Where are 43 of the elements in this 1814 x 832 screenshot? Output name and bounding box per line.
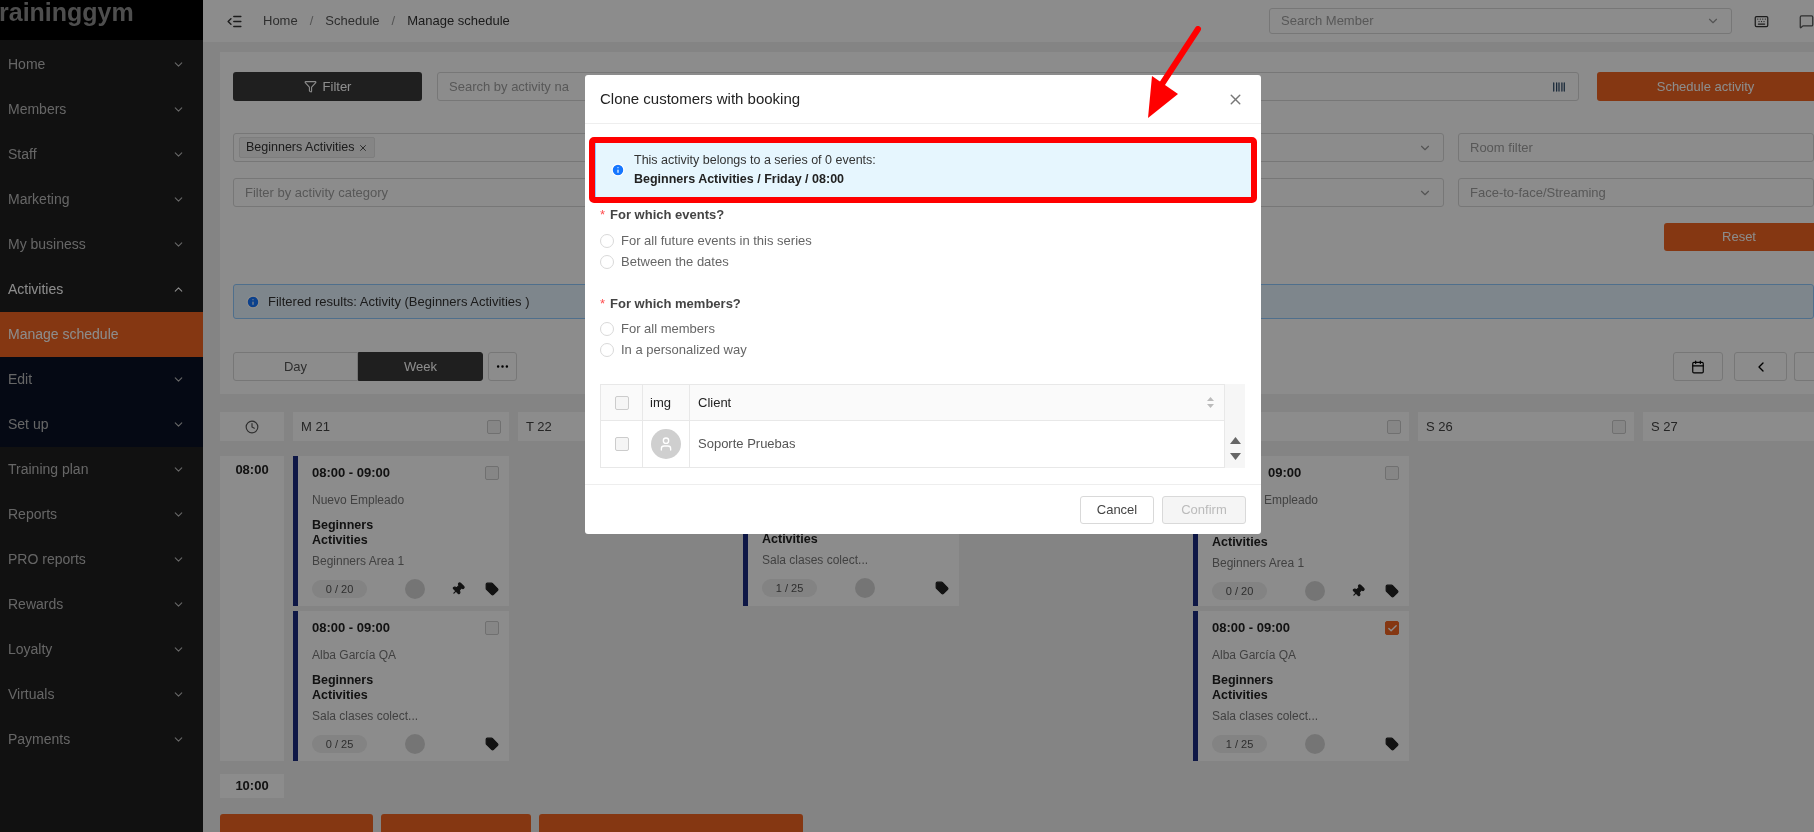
- hour-label: 08:00: [235, 461, 269, 479]
- event-time: 08:00 - 09:00: [312, 464, 391, 483]
- event-room: Beginners Area 1: [1212, 555, 1306, 572]
- event-teacher: Alba García QA: [1212, 647, 1298, 664]
- event-activity: Activities: [1212, 535, 1269, 550]
- event-activity: Beginners Activities: [312, 518, 375, 548]
- series-detail: Beginners Activities / Friday / 08:00: [634, 171, 846, 188]
- info-text: Filtered results: Activity (Beginners Activities ): [268, 292, 530, 311]
- event-room: Sala clases colect...: [1212, 708, 1320, 725]
- event-teacher: Nuevo Empleado: [312, 492, 406, 509]
- breadcrumb-separator: /: [309, 12, 314, 31]
- info-text: This activity belongs to a series of 0 events:: [634, 152, 876, 170]
- day-header: T 22: [526, 417, 552, 436]
- logo: raininggym: [0, 0, 134, 29]
- event-activity: Beginners Activities: [1212, 673, 1275, 703]
- event-teacher: Empleado: [1263, 492, 1320, 509]
- capacity-pill: 1 / 25: [1212, 735, 1267, 753]
- event-room: Beginners Area 1: [312, 553, 406, 570]
- required-mark: *: [600, 206, 606, 224]
- column-header: img: [650, 393, 671, 412]
- capacity-pill: 0 / 20: [312, 580, 367, 598]
- capacity-pill: 1 / 25: [762, 579, 817, 597]
- day-header: S 27: [1651, 417, 1678, 436]
- day-header: S 26: [1426, 417, 1453, 436]
- dialog-title: Clone customers with booking: [600, 88, 802, 109]
- required-mark: *: [600, 294, 606, 313]
- capacity-pill: 0 / 20: [1212, 582, 1267, 600]
- question-label: For which events?: [610, 206, 725, 224]
- event-activity: Beginners Activities: [312, 673, 375, 703]
- client-name: Soporte Pruebas: [697, 435, 797, 454]
- filter-tag: Beginners Activities: [239, 137, 376, 158]
- hour-label: 10:00: [235, 777, 269, 796]
- breadcrumb-separator: /: [391, 12, 396, 31]
- event-room: Sala clases colect...: [762, 552, 870, 569]
- event-time: 09:00: [1267, 464, 1302, 483]
- event-room: Sala clases colect...: [312, 708, 420, 725]
- question-label: For which members?: [610, 294, 741, 313]
- event-teacher: Alba García QA: [312, 647, 398, 664]
- event-time: 08:00 - 09:00: [1212, 619, 1291, 638]
- day-header: M 21: [301, 417, 330, 436]
- event-time: 08:00 - 09:00: [312, 619, 391, 638]
- event-activity: Activities: [762, 532, 819, 547]
- capacity-pill: 0 / 25: [312, 735, 367, 753]
